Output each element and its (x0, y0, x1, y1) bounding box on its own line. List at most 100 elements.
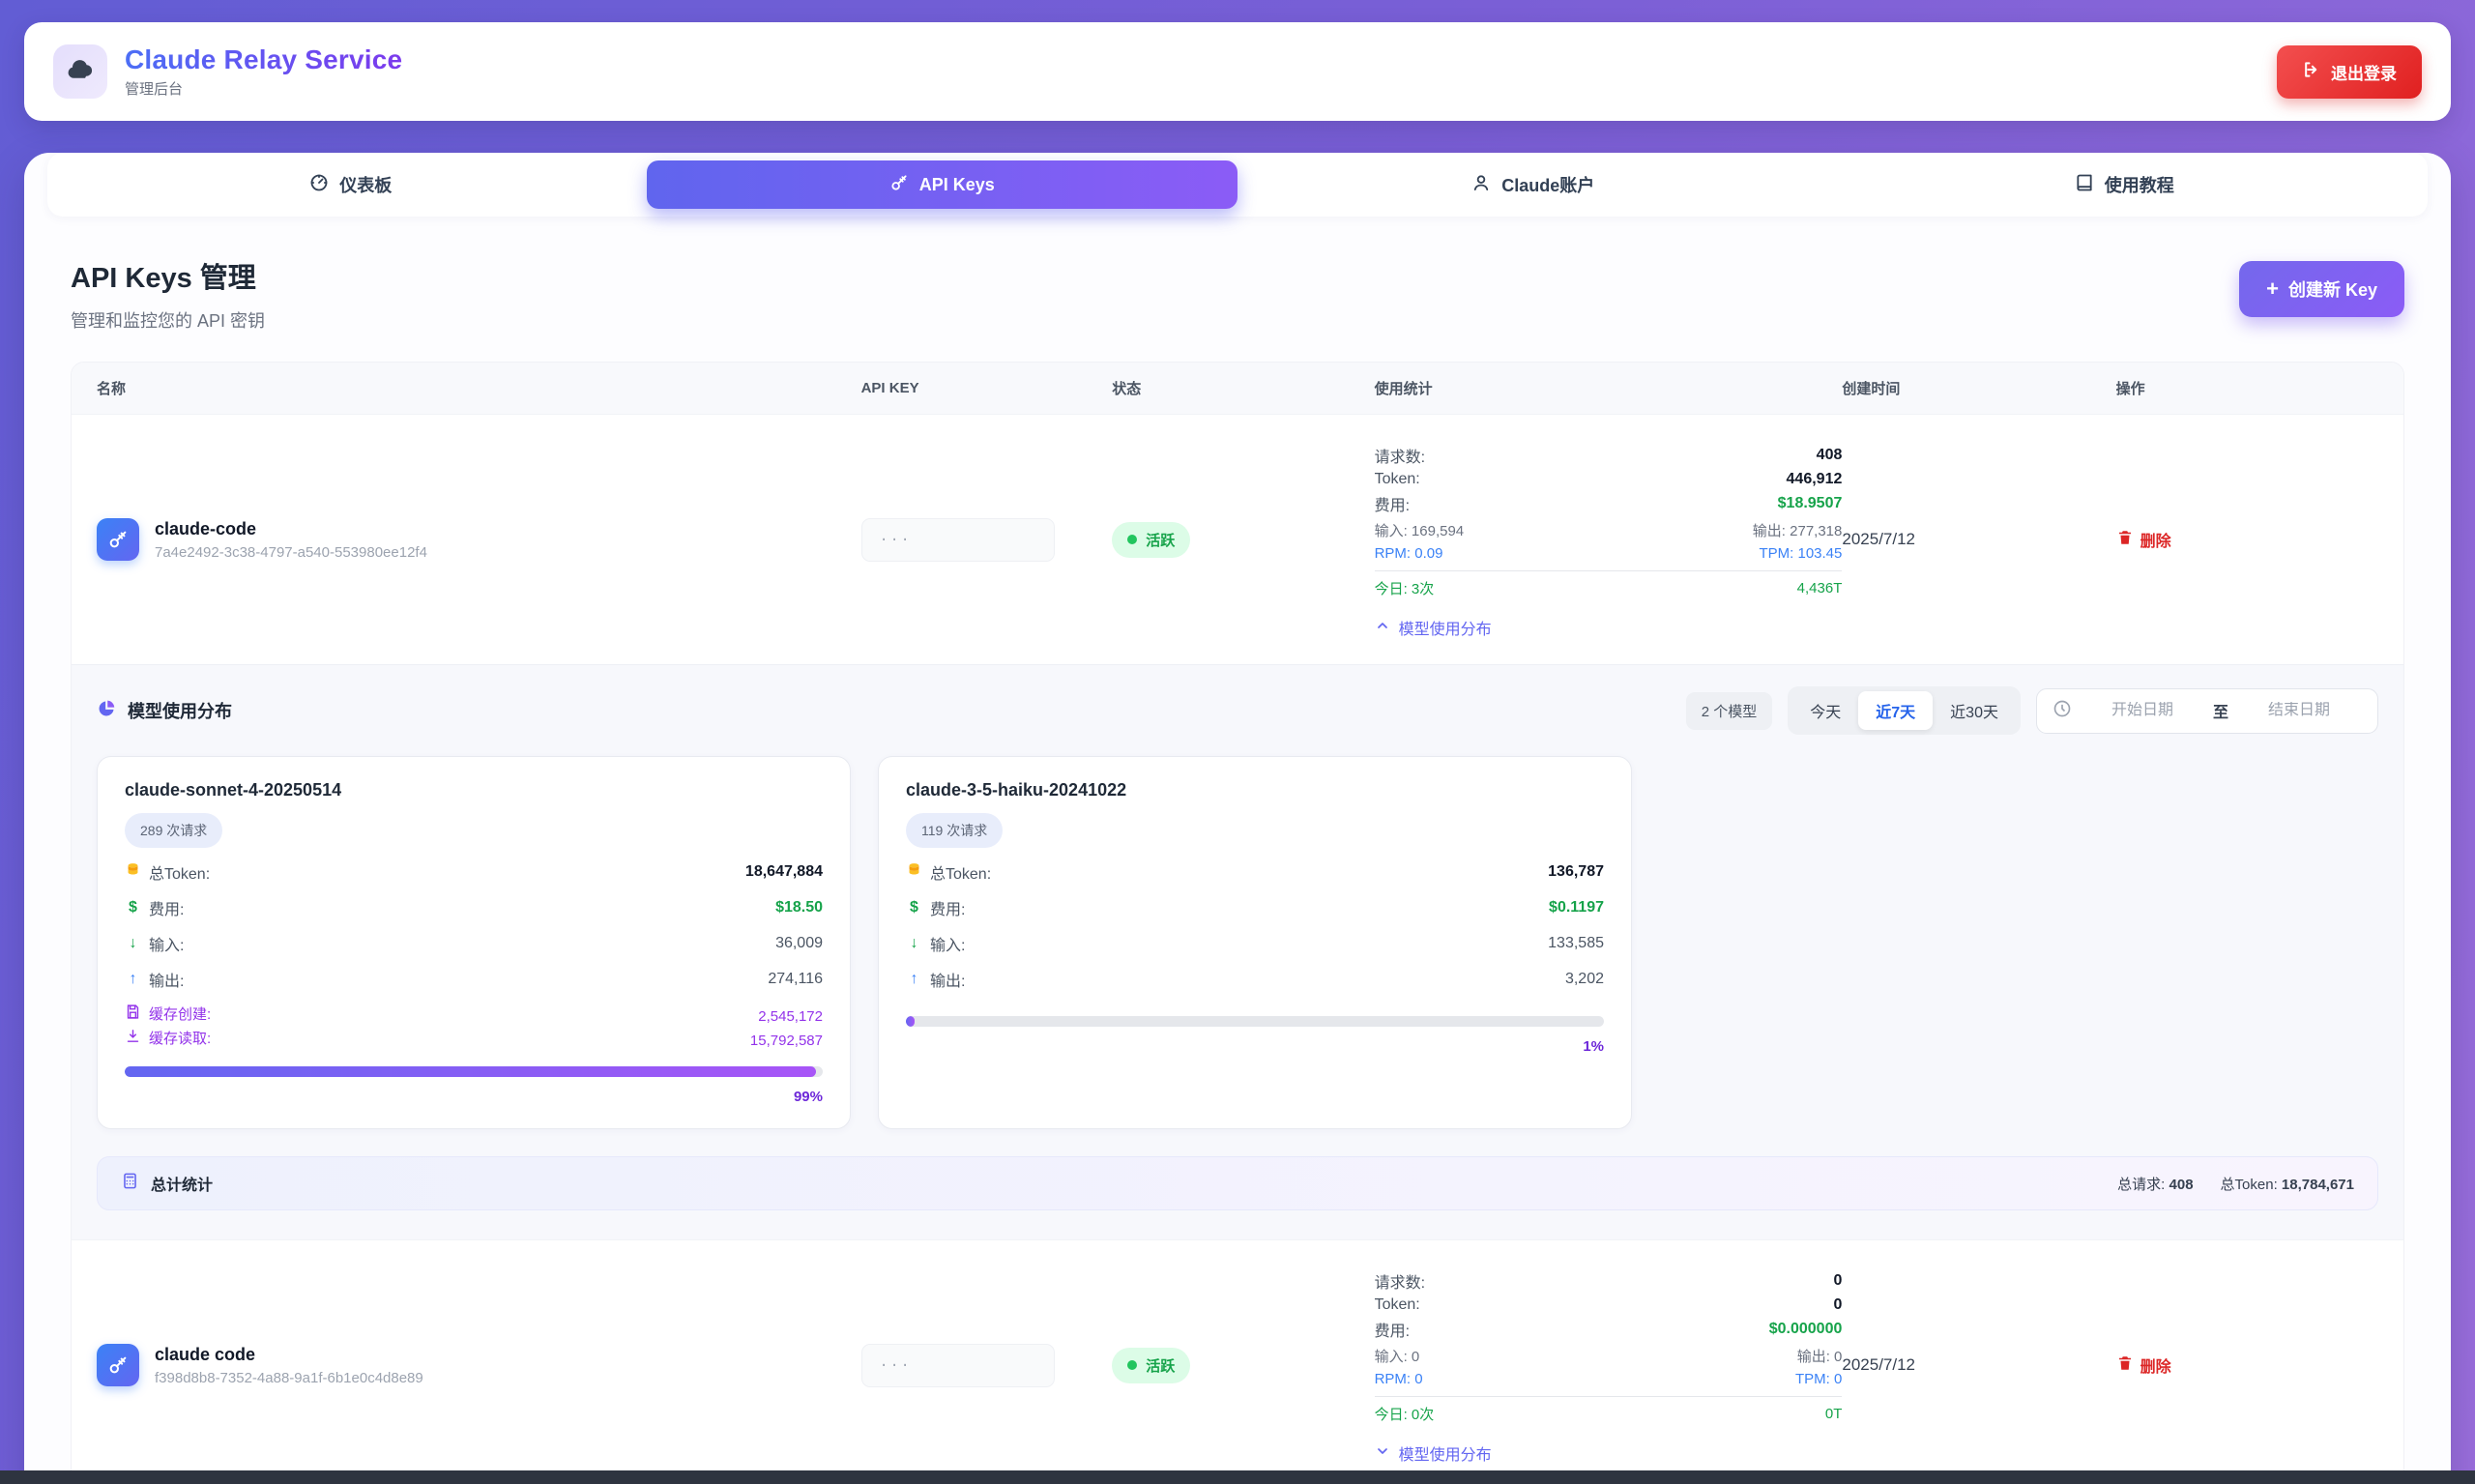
status-dot-icon (1127, 535, 1137, 544)
key-icon (889, 173, 909, 197)
date-separator: 至 (2213, 699, 2228, 722)
tab-label: 使用教程 (2105, 172, 2174, 197)
stat-tokens: Token: 0 (1375, 1296, 1843, 1314)
stat-label: 输入: (930, 932, 965, 955)
arrow-down-icon: ↓ (906, 935, 922, 952)
stat-tpm: TPM: 0 (1795, 1371, 1842, 1387)
tab-api-keys[interactable]: API Keys (647, 160, 1238, 209)
page-header-text: API Keys 管理 管理和监控您的 API 密钥 (71, 255, 265, 333)
model-requests-badge: 289 次请求 (125, 813, 222, 848)
tab-dashboard[interactable]: 仪表板 (55, 160, 647, 209)
tab-tutorial[interactable]: 使用教程 (1829, 160, 2421, 209)
filter-last7[interactable]: 近7天 (1858, 691, 1933, 730)
stat-value: 15,792,587 (750, 1033, 823, 1049)
tab-label: Claude账户 (1501, 172, 1594, 197)
page-title: API Keys 管理 (71, 255, 265, 296)
stat-value: 0 (1833, 1296, 1842, 1314)
usage-stats-cell: 请求数: 0 Token: 0 费用: $0.000000 (1375, 1266, 1843, 1465)
actions-cell: 删除 (2116, 1353, 2378, 1377)
actions-cell: 删除 (2116, 528, 2378, 551)
dollar-icon: $ (906, 899, 922, 917)
filter-last30[interactable]: 近30天 (1933, 691, 2016, 730)
user-icon (1471, 173, 1491, 197)
key-name: claude code (155, 1345, 423, 1365)
main-card: 仪表板 API Keys Claude账户 使用教程 (24, 153, 2451, 1484)
start-date-input[interactable] (2080, 702, 2205, 719)
status-dot-icon (1127, 1360, 1137, 1370)
logout-button[interactable]: 退出登录 (2277, 45, 2422, 99)
stat-requests: 请求数: 408 (1375, 444, 1843, 467)
arrow-up-icon: ↑ (906, 971, 922, 988)
stat-label: 费用: (930, 896, 965, 919)
stat-today-tokens: 0T (1825, 1406, 1843, 1422)
arrow-down-icon: ↓ (125, 935, 141, 952)
col-header-created: 创建时间 (1842, 378, 2115, 398)
key-name-block: claude-code 7a4e2492-3c38-4797-a540-5539… (155, 519, 427, 561)
divider (1375, 570, 1843, 571)
stat-value: 3,202 (1565, 971, 1604, 988)
delete-button[interactable]: 删除 (2116, 528, 2171, 551)
pie-chart-icon (97, 699, 116, 723)
coins-icon (906, 861, 922, 883)
usage-percent: 1% (906, 1038, 1604, 1055)
cache-stats: 缓存创建: 2,545,172 缓存读取: (125, 1003, 823, 1049)
usage-progress-track (906, 1016, 1604, 1027)
page-content: API Keys 管理 管理和监控您的 API 密钥 + 创建新 Key 名称 … (24, 217, 2451, 1484)
chevron-down-icon (1375, 1443, 1390, 1464)
model-distribution-header: 模型使用分布 2 个模型 今天 近7天 近30天 (97, 686, 2378, 735)
delete-button[interactable]: 删除 (2116, 1353, 2171, 1377)
stat-output: 输出: 277,318 (1753, 520, 1843, 540)
model-output: ↑ 输出: 3,202 (906, 968, 1604, 991)
chevron-up-icon (1375, 618, 1390, 638)
model-card: claude-sonnet-4-20250514 289 次请求 总Token:… (97, 756, 851, 1129)
filter-today[interactable]: 今天 (1792, 691, 1858, 730)
model-count-badge: 2 个模型 (1686, 692, 1773, 730)
stat-label: 费用: (1375, 492, 1410, 515)
col-header-name: 名称 (97, 378, 861, 398)
stat-rpm-tpm: RPM: 0 TPM: 0 (1375, 1371, 1843, 1387)
model-total-tokens: 总Token: 136,787 (906, 860, 1604, 884)
app-title: Claude Relay Service (125, 44, 402, 75)
api-keys-table: 名称 API KEY 状态 使用统计 创建时间 操作 claude-code (71, 362, 2404, 1484)
key-name-block: claude code f398d8b8-7352-4a88-9a1f-6b1e… (155, 1345, 423, 1386)
stat-label: Token: (1375, 1296, 1420, 1314)
model-name: claude-3-5-haiku-20241022 (906, 780, 1604, 800)
stat-label: 费用: (1375, 1318, 1410, 1341)
gauge-icon (309, 173, 329, 197)
model-cost: $ 费用: $0.1197 (906, 896, 1604, 919)
stat-value: 408 (1817, 447, 1843, 464)
col-header-usage: 使用统计 (1375, 378, 1843, 398)
stat-value: 136,787 (1548, 863, 1604, 881)
status-badge: 活跃 (1112, 1348, 1190, 1383)
api-key-masked[interactable]: ··· (861, 518, 1055, 562)
stat-label: 请求数: (1375, 444, 1425, 467)
plus-icon: + (2266, 278, 2279, 300)
totals-values: 总请求: 408 总Token: 18,784,671 (2117, 1174, 2354, 1194)
logout-icon (2302, 60, 2321, 84)
key-id: f398d8b8-7352-4a88-9a1f-6b1e0c4d8e89 (155, 1370, 423, 1386)
stat-cost: 费用: $0.000000 (1375, 1318, 1843, 1341)
stat-value: $0.1197 (1549, 899, 1604, 917)
status-cell: 活跃 (1112, 1348, 1374, 1383)
toggle-label: 模型使用分布 (1399, 1441, 1492, 1465)
section-title: 模型使用分布 (128, 698, 232, 723)
stat-requests: 请求数: 0 (1375, 1269, 1843, 1293)
table-row: claude-code 7a4e2492-3c38-4797-a540-5539… (72, 414, 2403, 664)
stat-today-tokens: 4,436T (1797, 580, 1843, 597)
end-date-input[interactable] (2236, 702, 2362, 719)
stat-value: 0 (1833, 1272, 1842, 1290)
tab-claude-account[interactable]: Claude账户 (1238, 160, 1829, 209)
toggle-label: 模型使用分布 (1399, 616, 1492, 639)
model-cards: claude-sonnet-4-20250514 289 次请求 总Token:… (97, 756, 2378, 1129)
key-id: 7a4e2492-3c38-4797-a540-553980ee12f4 (155, 544, 427, 561)
stat-label: 总Token: (930, 860, 991, 884)
stat-label: 输入: (149, 932, 184, 955)
create-key-button[interactable]: + 创建新 Key (2239, 261, 2404, 317)
usage-percent: 99% (125, 1089, 823, 1105)
model-distribution-toggle[interactable]: 模型使用分布 (1375, 1441, 1492, 1465)
status-label: 活跃 (1146, 1355, 1175, 1376)
stat-label: 请求数: (1375, 1269, 1425, 1293)
model-requests-badge: 119 次请求 (906, 813, 1003, 848)
api-key-masked[interactable]: ··· (861, 1344, 1055, 1387)
model-distribution-toggle[interactable]: 模型使用分布 (1375, 616, 1492, 639)
